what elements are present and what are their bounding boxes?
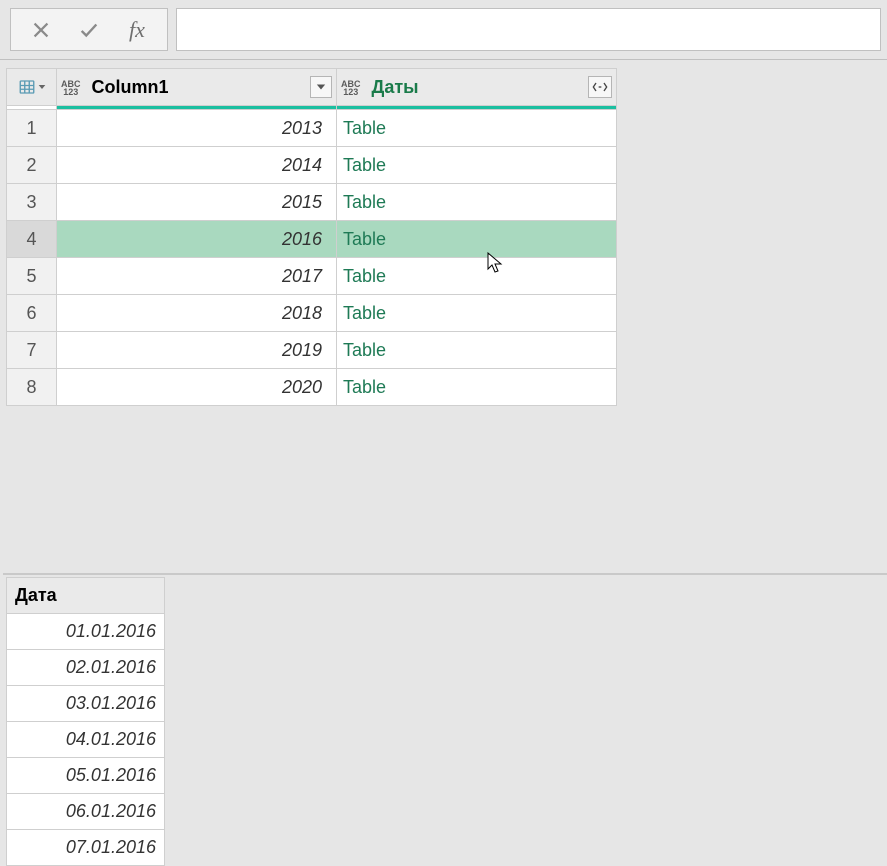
preview-cell[interactable]: 06.01.2016 <box>7 794 165 830</box>
check-icon <box>78 19 100 41</box>
row-number-cell[interactable]: 8 <box>7 369 57 406</box>
preview-cell[interactable]: 01.01.2016 <box>7 614 165 650</box>
chevron-down-icon <box>316 82 326 92</box>
cell-dates[interactable]: Table <box>337 369 617 406</box>
column-filter-button[interactable] <box>310 76 332 98</box>
table-row[interactable]: 42016Table <box>7 221 617 258</box>
cell-dates[interactable]: Table <box>337 147 617 184</box>
preview-cell[interactable]: 07.01.2016 <box>7 830 165 866</box>
table-row[interactable]: 72019Table <box>7 332 617 369</box>
cell-column1[interactable]: 2016 <box>57 221 337 258</box>
column-header-label: Column1 <box>92 77 169 97</box>
row-number-cell[interactable]: 1 <box>7 110 57 147</box>
preview-cell[interactable]: 02.01.2016 <box>7 650 165 686</box>
preview-row[interactable]: 03.01.2016 <box>7 686 165 722</box>
column-header-label: Даты <box>372 77 419 97</box>
cell-dates[interactable]: Table <box>337 295 617 332</box>
table-row[interactable]: 52017Table <box>7 258 617 295</box>
row-number-cell[interactable]: 2 <box>7 147 57 184</box>
header-row: ABC123 Column1 ABC123 Даты <box>7 69 617 106</box>
preview-row[interactable]: 02.01.2016 <box>7 650 165 686</box>
cell-dates[interactable]: Table <box>337 258 617 295</box>
row-number-cell[interactable]: 6 <box>7 295 57 332</box>
table-row[interactable]: 32015Table <box>7 184 617 221</box>
datatype-any-icon: ABC123 <box>61 80 81 96</box>
preview-row[interactable]: 05.01.2016 <box>7 758 165 794</box>
cell-dates[interactable]: Table <box>337 221 617 258</box>
cell-column1[interactable]: 2017 <box>57 258 337 295</box>
column-header-dates[interactable]: ABC123 Даты <box>337 69 617 106</box>
preview-row[interactable]: 06.01.2016 <box>7 794 165 830</box>
main-data-table: ABC123 Column1 ABC123 Даты 12013Table220 <box>6 68 617 406</box>
column-header-column1[interactable]: ABC123 Column1 <box>57 69 337 106</box>
select-all-corner[interactable] <box>7 69 57 106</box>
row-number-cell[interactable]: 7 <box>7 332 57 369</box>
pane-divider[interactable] <box>3 573 887 575</box>
table-row[interactable]: 82020Table <box>7 369 617 406</box>
preview-cell[interactable]: 03.01.2016 <box>7 686 165 722</box>
table-row[interactable]: 62018Table <box>7 295 617 332</box>
cell-dates[interactable]: Table <box>337 184 617 221</box>
cell-column1[interactable]: 2020 <box>57 369 337 406</box>
cancel-button[interactable] <box>17 9 65 50</box>
preview-cell[interactable]: 05.01.2016 <box>7 758 165 794</box>
formula-bar-buttons: fx <box>10 8 168 51</box>
preview-row[interactable]: 07.01.2016 <box>7 830 165 866</box>
fx-icon: fx <box>129 17 145 43</box>
confirm-button[interactable] <box>65 9 113 50</box>
cell-column1[interactable]: 2013 <box>57 110 337 147</box>
preview-header-row: Дата <box>7 578 165 614</box>
expand-column-button[interactable] <box>588 76 612 98</box>
expand-icon <box>592 80 608 94</box>
preview-row[interactable]: 04.01.2016 <box>7 722 165 758</box>
table-icon <box>18 78 36 96</box>
table-row[interactable]: 22014Table <box>7 147 617 184</box>
cell-dates[interactable]: Table <box>337 332 617 369</box>
cell-column1[interactable]: 2019 <box>57 332 337 369</box>
cell-column1[interactable]: 2015 <box>57 184 337 221</box>
fx-button[interactable]: fx <box>113 9 161 50</box>
cell-dates[interactable]: Table <box>337 110 617 147</box>
preview-table: Дата 01.01.201602.01.201603.01.201604.01… <box>6 577 165 866</box>
row-number-cell[interactable]: 5 <box>7 258 57 295</box>
row-number-cell[interactable]: 3 <box>7 184 57 221</box>
preview-row[interactable]: 01.01.2016 <box>7 614 165 650</box>
chevron-down-icon <box>38 83 46 91</box>
cell-column1[interactable]: 2018 <box>57 295 337 332</box>
preview-cell[interactable]: 04.01.2016 <box>7 722 165 758</box>
x-icon <box>30 19 52 41</box>
preview-header-cell[interactable]: Дата <box>7 578 165 614</box>
row-number-cell[interactable]: 4 <box>7 221 57 258</box>
table-row[interactable]: 12013Table <box>7 110 617 147</box>
cell-column1[interactable]: 2014 <box>57 147 337 184</box>
formula-bar: fx = Table.AddColumn(#"Преобразованно в … <box>0 0 887 60</box>
datatype-any-icon: ABC123 <box>341 80 361 96</box>
formula-input[interactable]: = Table.AddColumn(#"Преобразованно в таб… <box>176 8 881 51</box>
